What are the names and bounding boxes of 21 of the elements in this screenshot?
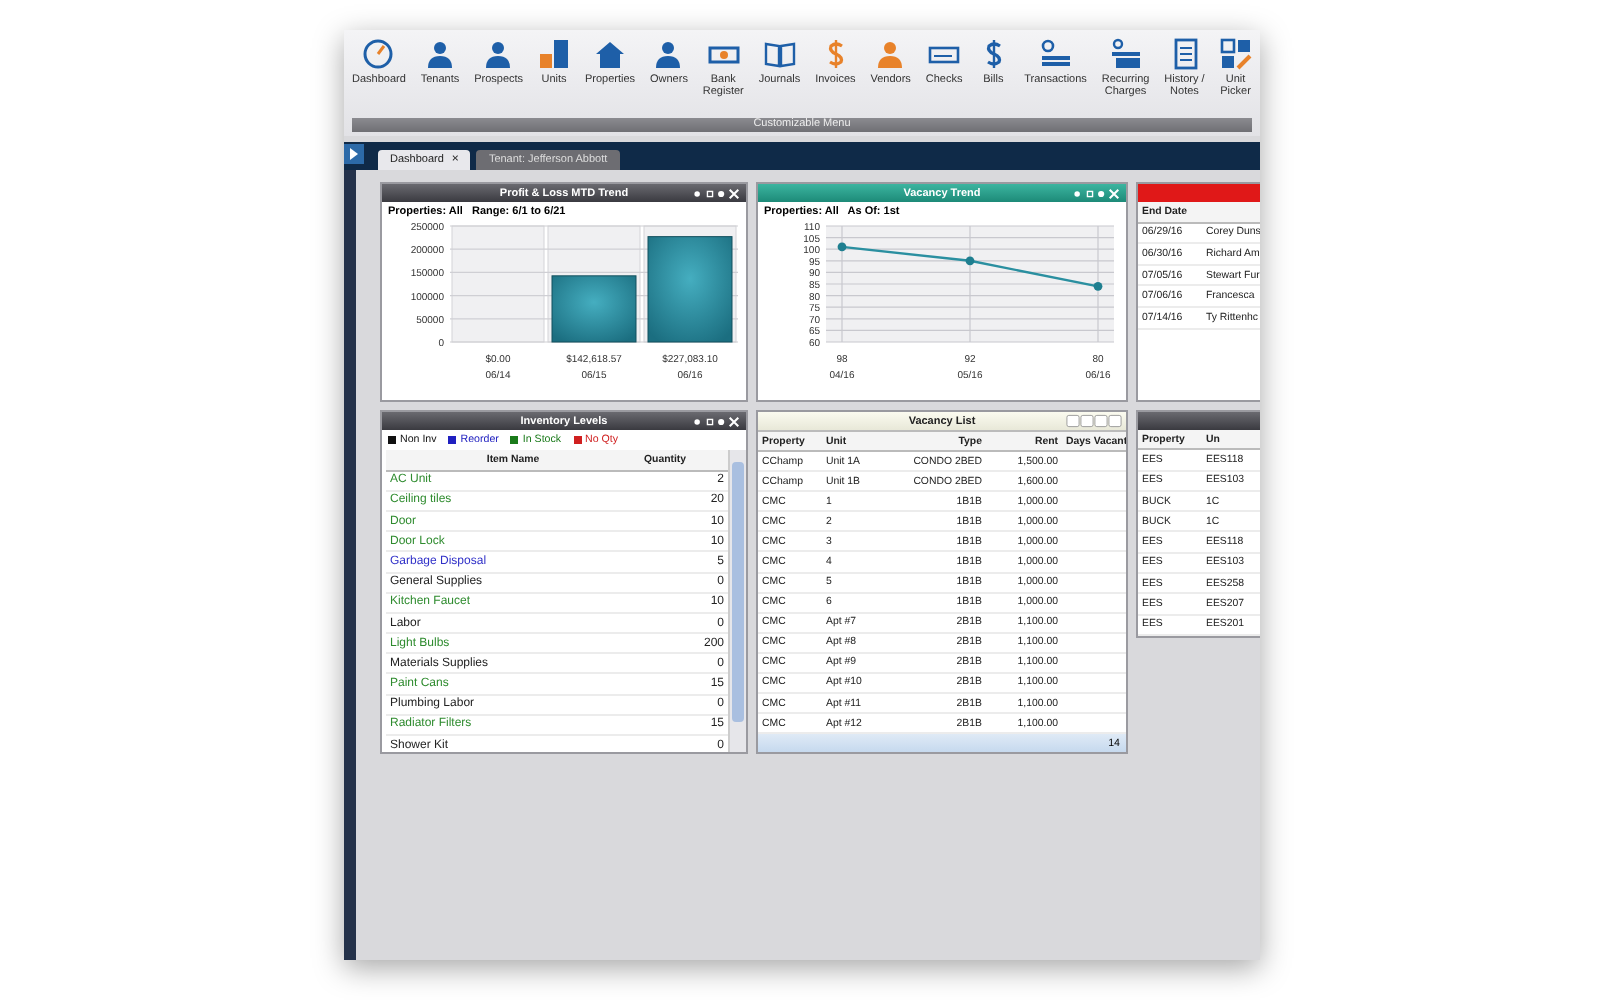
window-controls-icon[interactable] [692,187,740,199]
scrollbar[interactable] [728,450,746,752]
data-point [965,256,975,266]
bar [551,275,637,343]
book-icon [763,38,796,70]
stack-icon [1109,38,1142,70]
house-icon [594,38,626,70]
data-point [1093,281,1103,291]
grid-icon [1219,38,1252,70]
panel-header [1138,184,1260,202]
person-icon [874,38,907,70]
person-icon [652,38,685,70]
person-icon [482,38,515,70]
person-icon [424,38,456,70]
window-controls-icon[interactable] [692,415,740,427]
panel-header [1138,412,1260,430]
bar [647,236,733,343]
expand-icon[interactable] [344,144,364,164]
data-point [837,242,847,252]
gauge-icon [362,38,395,70]
building-icon [538,38,571,70]
